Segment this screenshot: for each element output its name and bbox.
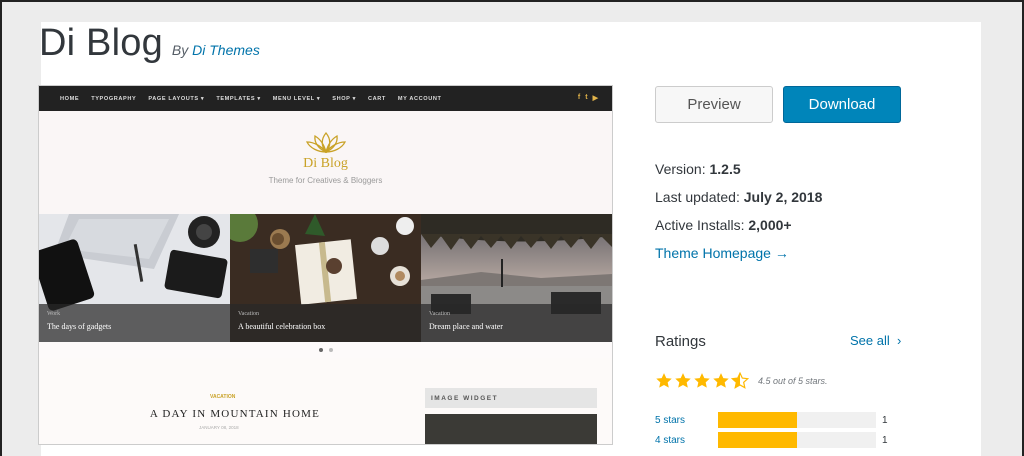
- version-info: Version: 1.2.5: [655, 161, 741, 177]
- preview-button[interactable]: Preview: [655, 86, 773, 123]
- rating-bar-count: 1: [882, 434, 888, 446]
- preview-social-icons: f t ▶: [578, 94, 598, 102]
- slide-dream-place: Vacation Dream place and water: [421, 214, 612, 342]
- slide-celebration: Vacation A beautiful celebration box: [230, 214, 421, 342]
- preview-slider: Work The days of gadgets Vacation A beau…: [39, 214, 612, 342]
- rating-bar-fill: [718, 412, 797, 428]
- facebook-icon: f: [577, 94, 581, 101]
- version-value: 1.2.5: [709, 161, 741, 177]
- slide-title: A beautiful celebration box: [238, 322, 326, 331]
- slide-category: Work: [47, 311, 61, 317]
- preview-nav-item: HOME: [60, 95, 80, 102]
- rating-bar-fill: [718, 432, 797, 448]
- rating-bar-count: 1: [882, 414, 888, 426]
- slider-dots: [39, 342, 612, 358]
- rating-bar-track: [718, 412, 876, 428]
- ratings-heading: Ratings: [655, 333, 706, 350]
- slide-caption: Vacation A beautiful celebration box: [230, 304, 421, 342]
- preview-tagline: Theme for Creatives & Bloggers: [268, 176, 383, 185]
- preview-nav-item: SHOP ▾: [332, 95, 356, 102]
- preview-nav-item: TYPOGRAPHY: [91, 95, 137, 102]
- star-full-icon: [713, 373, 729, 388]
- see-all-ratings-link[interactable]: See all ›: [850, 333, 901, 348]
- slide-title: Dream place and water: [429, 322, 503, 331]
- star-full-icon: [675, 373, 691, 388]
- theme-title: Di Blog: [39, 22, 163, 64]
- slider-dot: [328, 348, 333, 352]
- star-rating: 4.5 out of 5 stars.: [655, 372, 828, 390]
- version-label: Version:: [655, 161, 706, 177]
- preview-nav-item: MENU LEVEL ▾: [272, 95, 321, 102]
- by-label: By: [171, 42, 189, 58]
- last-updated-value: July 2, 2018: [743, 189, 823, 205]
- slider-dot: [318, 348, 323, 352]
- post-date: JANUARY 08, 2018: [199, 425, 239, 430]
- last-updated-info: Last updated: July 2, 2018: [655, 189, 822, 205]
- rating-bar-4[interactable]: 4 stars 1: [655, 432, 888, 448]
- theme-screenshot: HOME TYPOGRAPHY PAGE LAYOUTS ▾ TEMPLATES…: [38, 85, 613, 445]
- rating-bar-label[interactable]: 4 stars: [655, 435, 718, 446]
- post-title: A DAY IN MOUNTAIN HOME: [149, 408, 321, 420]
- preview-nav-item: PAGE LAYOUTS ▾: [148, 95, 205, 102]
- youtube-icon: ▶: [592, 95, 598, 102]
- preview-content: VACATION A DAY IN MOUNTAIN HOME JANUARY …: [39, 358, 612, 444]
- preview-nav-item: MY ACCOUNT: [397, 95, 442, 102]
- twitter-icon: t: [585, 94, 588, 101]
- chevron-right-icon: ›: [893, 333, 902, 348]
- widget-image: [425, 414, 597, 444]
- active-installs-info: Active Installs: 2,000+: [655, 217, 792, 233]
- download-button[interactable]: Download: [783, 86, 901, 123]
- preview-nav-item: CART: [367, 95, 386, 102]
- theme-homepage-link[interactable]: Theme Homepage →: [655, 245, 789, 261]
- rating-summary: 4.5 out of 5 stars.: [758, 376, 828, 386]
- author-link[interactable]: Di Themes: [192, 42, 260, 58]
- rating-bar-track: [718, 432, 876, 448]
- post-category: VACATION: [210, 394, 236, 400]
- slide-category: Vacation: [238, 311, 259, 317]
- last-updated-label: Last updated:: [655, 189, 740, 205]
- slide-category: Vacation: [429, 311, 450, 317]
- rating-bar-label[interactable]: 5 stars: [655, 415, 718, 426]
- preview-site-title: Di Blog: [303, 156, 348, 171]
- star-half-icon: [731, 372, 749, 389]
- slide-title: The days of gadgets: [47, 322, 112, 331]
- preview-nav: HOME TYPOGRAPHY PAGE LAYOUTS ▾ TEMPLATES…: [39, 86, 612, 111]
- slide-caption: Work The days of gadgets: [39, 304, 230, 342]
- active-installs-value: 2,000+: [748, 217, 792, 233]
- preview-hero: Di Blog Theme for Creatives & Bloggers: [39, 111, 612, 214]
- star-full-icon: [656, 373, 672, 388]
- author-byline: By Di Themes: [172, 42, 260, 58]
- lotus-logo-icon: [305, 131, 347, 154]
- slide-caption: Vacation Dream place and water: [421, 304, 612, 342]
- rating-bar-5[interactable]: 5 stars 1: [655, 412, 888, 428]
- widget-title: IMAGE WIDGET: [425, 388, 597, 408]
- slide-gadgets: Work The days of gadgets: [39, 214, 230, 342]
- see-all-label: See all: [850, 333, 890, 348]
- active-installs-label: Active Installs:: [655, 217, 745, 233]
- theme-header: Di Blog By Di Themes: [39, 22, 260, 65]
- star-full-icon: [694, 373, 710, 388]
- preview-nav-item: TEMPLATES ▾: [216, 95, 261, 102]
